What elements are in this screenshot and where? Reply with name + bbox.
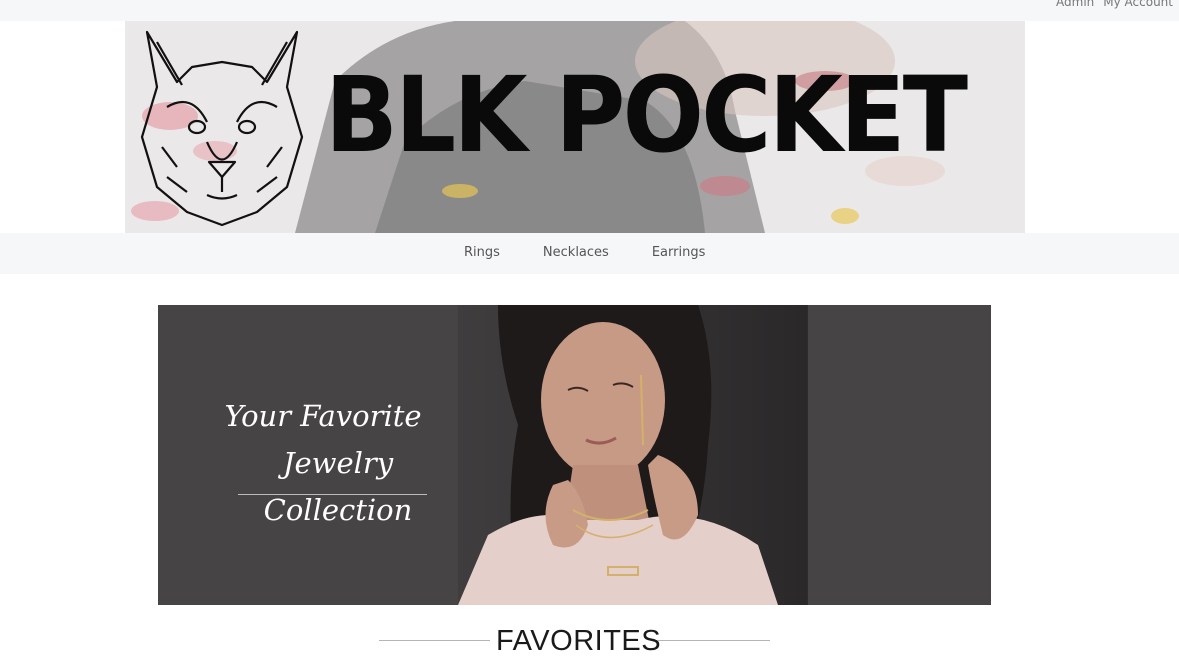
- hero-tagline-line1: Your Favorite: [224, 399, 422, 433]
- heading-rule-left: [379, 640, 490, 641]
- category-nav: Rings Necklaces Earrings: [0, 233, 1179, 274]
- brand-wordmark: BLK POCKET: [325, 54, 968, 176]
- hero-banner[interactable]: Your Favorite Jewelry Collection: [158, 305, 991, 605]
- section-title: FAVORITES: [496, 625, 662, 657]
- hero-tagline-line2: Jewelry Collection: [263, 446, 413, 527]
- hero-model-photo: [458, 305, 808, 605]
- heading-rule-right: [658, 640, 770, 641]
- hero-divider: [807, 305, 808, 605]
- hero-underline: [238, 494, 427, 495]
- admin-link[interactable]: Admin: [1056, 0, 1094, 9]
- nav-item-earrings[interactable]: Earrings: [652, 245, 706, 260]
- wolf-head-icon: [140, 30, 304, 227]
- account-links: Admin My Account: [1056, 0, 1173, 9]
- nav-item-rings[interactable]: Rings: [464, 245, 500, 260]
- hero-tagline: Your Favorite Jewelry Collection: [208, 393, 468, 534]
- my-account-link[interactable]: My Account: [1103, 0, 1173, 9]
- top-utility-bar: Admin My Account: [0, 0, 1179, 21]
- favorites-heading: FAVORITES: [379, 625, 770, 659]
- header-banner[interactable]: BLK POCKET: [125, 21, 1025, 233]
- nav-item-necklaces[interactable]: Necklaces: [543, 245, 609, 260]
